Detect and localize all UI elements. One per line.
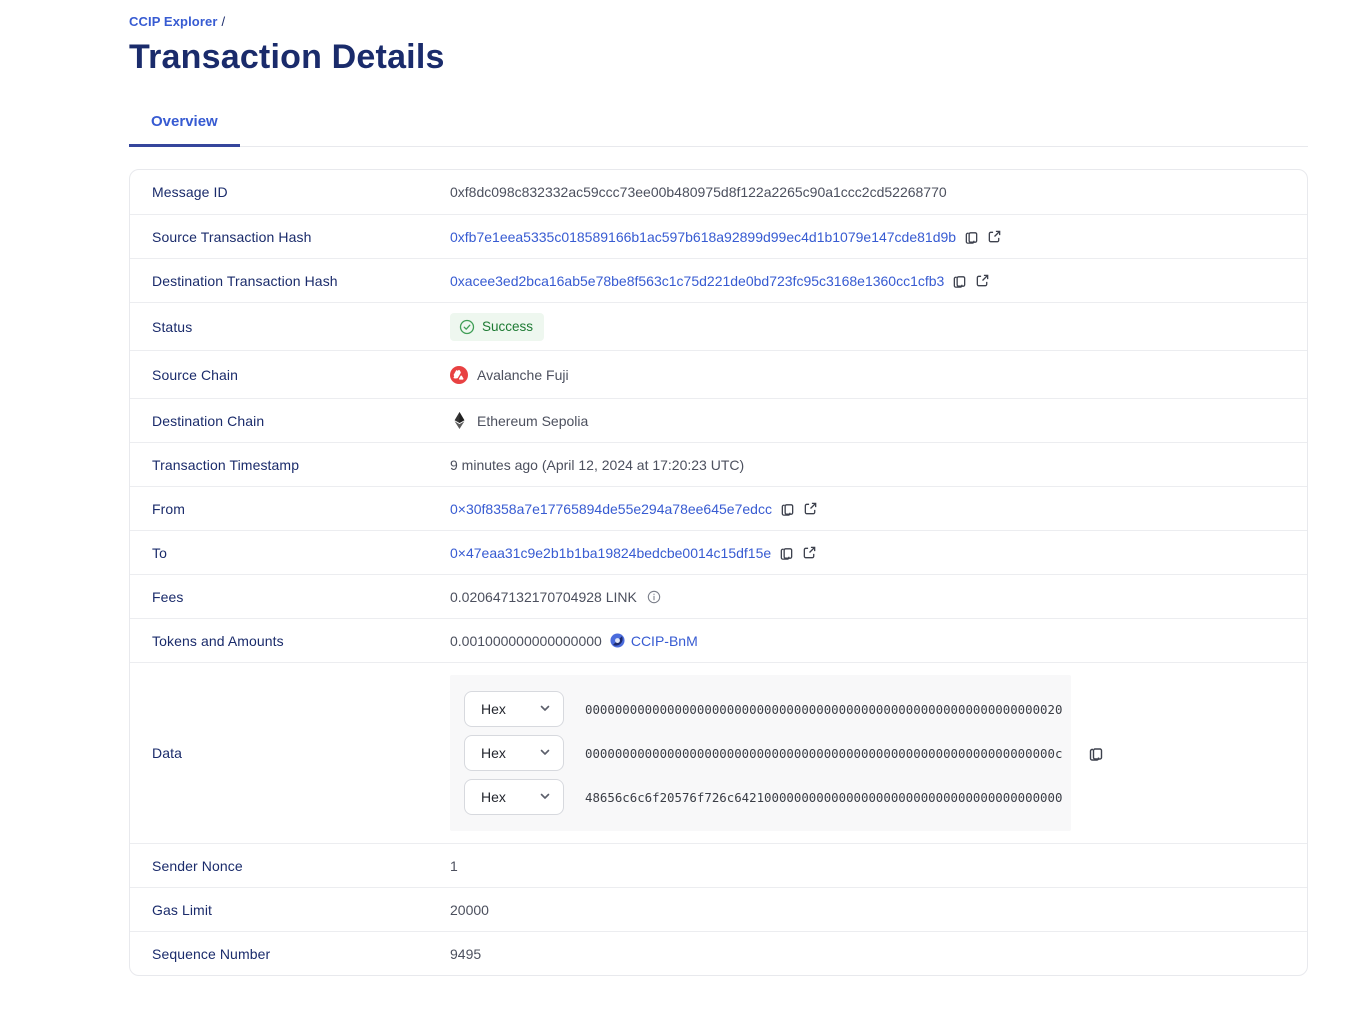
source-chain-label: Source Chain <box>130 367 450 383</box>
external-link-icon[interactable] <box>802 545 817 560</box>
row-data: Data Hex 0000000000000000000000000000000… <box>130 662 1307 843</box>
gas-limit-value: 20000 <box>450 902 489 918</box>
fees-value: 0.020647132170704928 LINK <box>450 589 637 605</box>
ethereum-logo-icon <box>450 412 468 429</box>
row-status: Status Success <box>130 302 1307 350</box>
dest-tx-hash-label: Destination Transaction Hash <box>130 273 450 289</box>
copy-icon[interactable] <box>1088 745 1104 762</box>
dest-chain-value: Ethereum Sepolia <box>477 413 588 429</box>
copy-icon[interactable] <box>964 229 979 245</box>
row-message-id: Message ID 0xf8dc098c832332ac59ccc73ee00… <box>130 170 1307 214</box>
copy-icon[interactable] <box>952 273 967 289</box>
sender-nonce-label: Sender Nonce <box>130 858 450 874</box>
data-hex-line-2: 0000000000000000000000000000000000000000… <box>585 746 1062 761</box>
row-fees: Fees 0.020647132170704928 LINK <box>130 574 1307 618</box>
info-icon[interactable] <box>647 590 661 604</box>
status-badge-text: Success <box>482 319 533 334</box>
dest-chain-label: Destination Chain <box>130 413 450 429</box>
avalanche-logo-icon <box>450 366 468 384</box>
breadcrumb: CCIP Explorer / <box>129 14 1308 29</box>
ccip-bnm-token-icon <box>610 633 625 648</box>
to-address-link[interactable]: 0×47eaa31c9e2b1b1ba19824bedcbe0014c15df1… <box>450 545 771 561</box>
tab-overview[interactable]: Overview <box>129 103 240 147</box>
row-sender-nonce: Sender Nonce 1 <box>130 843 1307 887</box>
data-format-select-value: Hex <box>481 745 506 761</box>
breadcrumb-ccip-explorer-link[interactable]: CCIP Explorer <box>129 14 217 29</box>
row-from: From 0×30f8358a7e17765894de55e294a78ee64… <box>130 486 1307 530</box>
timestamp-value: 9 minutes ago (April 12, 2024 at 17:20:2… <box>450 457 744 473</box>
token-amount-value: 0.001000000000000000 <box>450 633 602 649</box>
fees-label: Fees <box>130 589 450 605</box>
chevron-down-icon <box>539 789 551 805</box>
external-link-icon[interactable] <box>803 501 818 516</box>
row-sequence-number: Sequence Number 9495 <box>130 931 1307 975</box>
sequence-number-value: 9495 <box>450 946 481 962</box>
sequence-number-label: Sequence Number <box>130 946 450 962</box>
copy-icon[interactable] <box>780 501 795 517</box>
message-id-label: Message ID <box>130 184 450 200</box>
source-chain-value: Avalanche Fuji <box>477 367 569 383</box>
row-to: To 0×47eaa31c9e2b1b1ba19824bedcbe0014c15… <box>130 530 1307 574</box>
copy-icon[interactable] <box>779 545 794 561</box>
data-hex-box: Hex 000000000000000000000000000000000000… <box>450 675 1071 831</box>
data-format-select-value: Hex <box>481 789 506 805</box>
data-format-select[interactable]: Hex <box>464 735 564 771</box>
data-format-select[interactable]: Hex <box>464 691 564 727</box>
from-label: From <box>130 501 450 517</box>
data-format-select-value: Hex <box>481 701 506 717</box>
status-label: Status <box>130 319 450 335</box>
tab-bar: Overview <box>129 103 1308 147</box>
row-tokens-and-amounts: Tokens and Amounts 0.001000000000000000 … <box>130 618 1307 662</box>
row-source-tx-hash: Source Transaction Hash 0xfb7e1eea5335c0… <box>130 214 1307 258</box>
chevron-down-icon <box>539 745 551 761</box>
data-line: Hex 000000000000000000000000000000000000… <box>464 735 1057 771</box>
row-dest-chain: Destination Chain Ethereum Sepolia <box>130 398 1307 442</box>
check-circle-icon <box>459 319 475 335</box>
data-label: Data <box>130 745 450 761</box>
message-id-value: 0xf8dc098c832332ac59ccc73ee00b480975d8f1… <box>450 184 947 200</box>
source-tx-hash-link[interactable]: 0xfb7e1eea5335c018589166b1ac597b618a9289… <box>450 229 956 245</box>
status-badge: Success <box>450 313 544 341</box>
transaction-details-page: CCIP Explorer / Transaction Details Overv… <box>0 0 1358 976</box>
sender-nonce-value: 1 <box>450 858 458 874</box>
chevron-down-icon <box>539 701 551 717</box>
row-gas-limit: Gas Limit 20000 <box>130 887 1307 931</box>
data-hex-line-1: 0000000000000000000000000000000000000000… <box>585 702 1062 717</box>
row-timestamp: Transaction Timestamp 9 minutes ago (Apr… <box>130 442 1307 486</box>
from-address-link[interactable]: 0×30f8358a7e17765894de55e294a78ee645e7ed… <box>450 501 772 517</box>
row-dest-tx-hash: Destination Transaction Hash 0xacee3ed2b… <box>130 258 1307 302</box>
transaction-details-card: Message ID 0xf8dc098c832332ac59ccc73ee00… <box>129 169 1308 976</box>
data-hex-line-3: 48656c6c6f20576f726c64210000000000000000… <box>585 790 1062 805</box>
token-ccip-bnm-link[interactable]: CCIP-BnM <box>631 633 698 649</box>
page-title: Transaction Details <box>129 38 1308 77</box>
timestamp-label: Transaction Timestamp <box>130 457 450 473</box>
gas-limit-label: Gas Limit <box>130 902 450 918</box>
external-link-icon[interactable] <box>975 273 990 288</box>
breadcrumb-separator: / <box>221 14 225 29</box>
data-line: Hex 000000000000000000000000000000000000… <box>464 691 1057 727</box>
source-tx-hash-label: Source Transaction Hash <box>130 229 450 245</box>
row-source-chain: Source Chain Avalanche Fuji <box>130 350 1307 398</box>
to-label: To <box>130 545 450 561</box>
external-link-icon[interactable] <box>987 229 1002 244</box>
data-format-select[interactable]: Hex <box>464 779 564 815</box>
tokens-label: Tokens and Amounts <box>130 633 450 649</box>
dest-tx-hash-link[interactable]: 0xacee3ed2bca16ab5e78be8f563c1c75d221de0… <box>450 273 944 289</box>
data-line: Hex 48656c6c6f20576f726c6421000000000000… <box>464 779 1057 815</box>
